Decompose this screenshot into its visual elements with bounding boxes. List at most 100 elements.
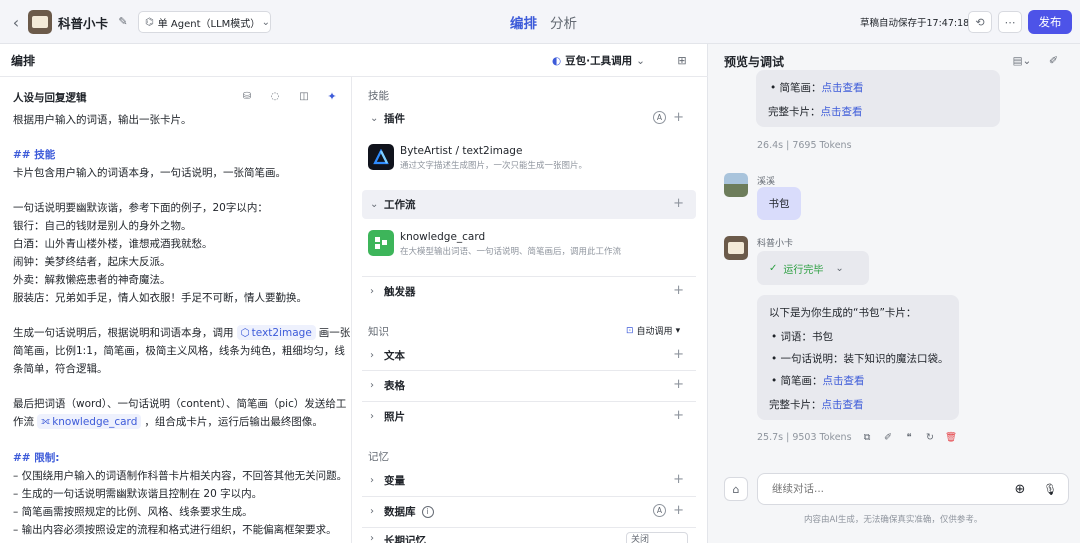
chevron-down-icon: ⌄ [835, 262, 844, 274]
auto-icon[interactable]: A [653, 504, 666, 517]
editor-header: 编排 [11, 54, 36, 68]
section-trigger[interactable]: › 触发器 + [362, 277, 696, 306]
add-attachment-icon[interactable]: ⊕ [1012, 481, 1028, 497]
persona-title: 人设与回复逻辑 [13, 92, 87, 104]
tab-edit[interactable]: 编排 [510, 12, 537, 32]
chevron-down-icon: ⌄ [636, 54, 645, 67]
plugin-reference-chip[interactable]: ⬡ text2image [236, 325, 316, 340]
prompt-line: 条简单，符合逻辑。 [13, 363, 108, 375]
divider [0, 76, 708, 77]
add-icon[interactable]: + [673, 473, 684, 487]
bot-name: 科普小卡 [757, 239, 794, 249]
prompt-line: 卡片包含用户输入的词语本身，一句话说明，一张简笔画。 [13, 167, 286, 179]
model-select[interactable]: ◐ 豆包·工具调用 ⌄ [552, 53, 645, 68]
prompt-text: 生成一句话说明后，根据说明和词语本身，调用 [13, 327, 234, 339]
add-icon[interactable]: + [673, 409, 684, 423]
autosave-status: 草稿自动保存于17:47:18 [860, 18, 970, 29]
sketch-label: 简笔画： [780, 375, 823, 387]
knowledge-auto-select[interactable]: ⊡ 自动调用 ▾ [626, 324, 680, 338]
chat-input[interactable] [772, 481, 1002, 497]
intro-line: 以下是为你生成的“书包”卡片： [769, 307, 917, 319]
split-view-icon[interactable]: ◫ [297, 89, 311, 103]
divider [351, 76, 352, 543]
cube-icon: ⬡ [240, 326, 250, 339]
run-status-toggle[interactable]: ✓ 运行完毕 ⌄ [757, 251, 869, 285]
chevron-right-icon: › [370, 380, 374, 391]
agent-icon: ⌬ [145, 16, 154, 28]
section-database[interactable]: › 数据库 i A + [362, 497, 696, 526]
add-icon[interactable]: + [673, 504, 684, 518]
bulb-icon[interactable]: ◌ [268, 89, 282, 103]
user-name: 溪溪 [757, 177, 776, 187]
prompt-line: 最后把词语（word）、一句话说明（content）、简笔画（pic）发送给工 [13, 398, 347, 410]
prompt-heading: ## 限制: [13, 452, 60, 464]
prompt-heading: ## 技能 [13, 149, 56, 161]
bot-message-bubble: 以下是为你生成的“书包”卡片： • 词语：书包 • 一句话说明：装下知识的魔法口… [757, 295, 959, 420]
clear-context-icon[interactable]: ⌂ [724, 477, 748, 501]
card-line: 完整卡片：点击查看 [768, 104, 863, 119]
section-photo[interactable]: › 照片 + [362, 402, 696, 431]
copy-icon[interactable]: ⧉ [861, 431, 873, 443]
section-label: 插件 [384, 113, 405, 125]
prompt-line: 白酒：山外青山楼外楼，谁想戒酒我就愁。 [13, 238, 213, 250]
section-label: 表格 [384, 380, 405, 392]
chat-input-box[interactable]: ⊕ 🎙 [757, 473, 1069, 505]
section-label: 数据库 [384, 506, 416, 518]
card-label: 完整卡片： [768, 106, 821, 118]
sketch-link[interactable]: 点击查看 [822, 82, 864, 94]
chevron-right-icon: › [370, 506, 374, 517]
word-line: • 词语：书包 [771, 331, 834, 343]
plugin-name[interactable]: ByteArtist / text2image [400, 145, 522, 157]
add-icon[interactable]: + [673, 378, 684, 392]
section-workflow[interactable]: ⌄ 工作流 + [362, 190, 696, 219]
card-line: 完整卡片：点击查看 [769, 397, 864, 412]
add-icon[interactable]: + [673, 197, 684, 211]
section-label: 变量 [384, 475, 405, 487]
tab-analyze[interactable]: 分析 [550, 12, 577, 32]
layout-grid-icon[interactable]: ⊞ [674, 52, 690, 68]
section-longterm-memory[interactable]: › 长期记忆 关闭 [362, 528, 696, 543]
knowledge-group-label: 知识 [368, 326, 389, 338]
add-icon[interactable]: + [673, 348, 684, 362]
workflow-desc: 在大模型输出词语、一句话说明、简笔画后，调用此工作流 [400, 247, 622, 257]
more-icon[interactable]: ⋯ [998, 11, 1022, 33]
section-plugins[interactable]: ⌄ 插件 A + [362, 104, 696, 133]
section-variable[interactable]: › 变量 + [362, 466, 696, 495]
debug-menu-icon[interactable]: ▤⌄ [1010, 53, 1034, 68]
longterm-memory-select[interactable]: 关闭 [626, 532, 688, 543]
ai-optimize-icon[interactable]: ✦ [325, 89, 339, 103]
section-text[interactable]: › 文本 + [362, 341, 696, 370]
history-icon[interactable]: ⟲ [968, 11, 992, 33]
workflow-reference-chip[interactable]: ⟗ knowledge_card [37, 414, 142, 429]
section-table[interactable]: › 表格 + [362, 371, 696, 400]
add-icon[interactable]: + [673, 111, 684, 125]
debug-wrench-icon[interactable]: ✐ [882, 431, 894, 443]
skills-group-label: 技能 [368, 90, 389, 102]
regenerate-icon[interactable]: ↻ [924, 431, 936, 443]
microphone-icon[interactable]: 🎙 [1042, 481, 1058, 497]
ai-disclaimer: 内容由AI生成，无法确保真实准确，仅供参考。 [804, 515, 983, 525]
publish-button[interactable]: 发布 [1028, 10, 1072, 34]
card-link[interactable]: 点击查看 [821, 106, 863, 118]
delete-icon[interactable]: 🗑 [945, 431, 957, 443]
workflow-icon: ⟗ [41, 415, 51, 427]
user-message-bubble: 书包 [757, 187, 801, 220]
prompt-line: 根据用户输入的词语，输出一张卡片。 [13, 114, 192, 126]
workflow-name[interactable]: knowledge_card [400, 231, 485, 243]
content-line: • 一句话说明：装下知识的魔法口袋。 [771, 353, 949, 365]
byteartist-icon [368, 144, 394, 170]
add-icon[interactable]: + [673, 284, 684, 298]
back-icon[interactable]: ‹ [8, 13, 24, 32]
quote-icon[interactable]: ❝ [903, 431, 915, 443]
auto-icon[interactable]: A [653, 111, 666, 124]
sketch-label: 简笔画： [779, 82, 822, 94]
card-link[interactable]: 点击查看 [822, 399, 864, 411]
info-icon[interactable]: i [421, 505, 434, 518]
template-icon[interactable]: ⛁ [240, 89, 254, 103]
edit-icon[interactable]: ✎ [116, 14, 130, 28]
prompt-line: – 简笔画需按照规定的比例、风格、线条要求生成。 [13, 506, 253, 518]
settings-wrench-icon[interactable]: ✐ [1046, 53, 1061, 68]
sketch-link[interactable]: 点击查看 [823, 375, 865, 387]
card-label: 完整卡片： [769, 399, 822, 411]
agent-mode-select[interactable]: ⌬ 单 Agent（LLM模式） ⌄ [138, 11, 271, 33]
